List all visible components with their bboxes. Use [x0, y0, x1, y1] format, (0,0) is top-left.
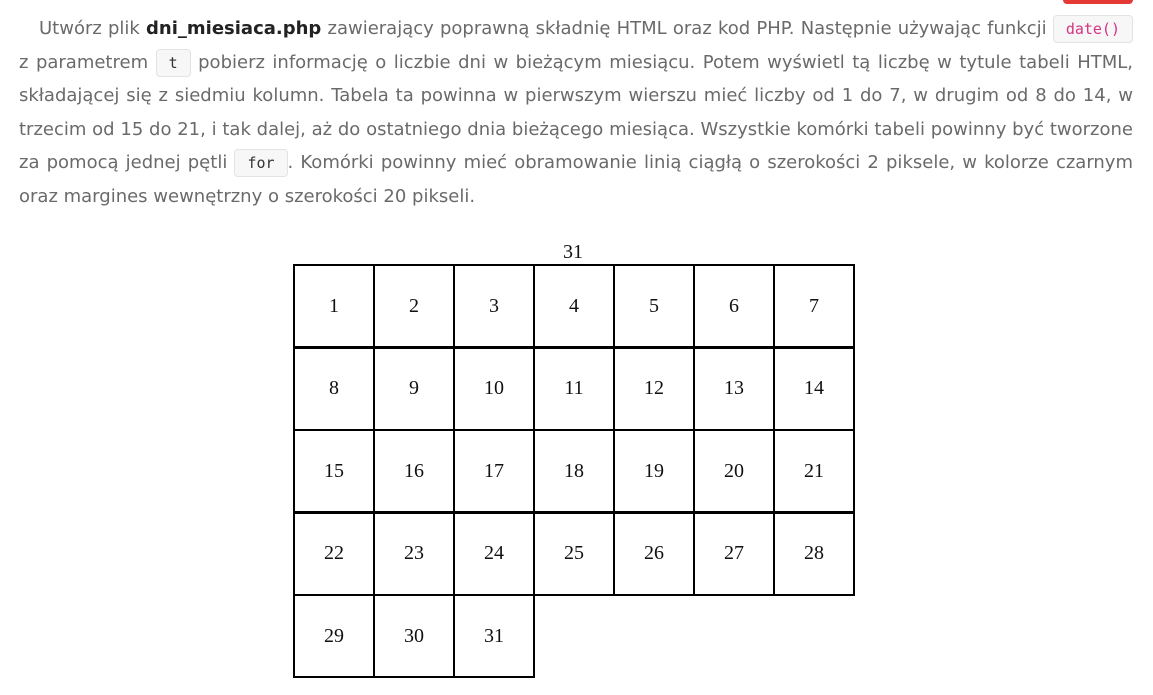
day-cell: 10: [453, 346, 535, 431]
day-cell: 20: [693, 429, 775, 513]
day-cell: 27: [693, 511, 775, 596]
day-cell: 4: [533, 264, 615, 348]
day-cell: 13: [693, 346, 775, 431]
day-cell: 7: [773, 264, 855, 348]
day-cell: 8: [293, 346, 375, 431]
task-description: Utwórz plik dni_miesiaca.php zawierający…: [19, 12, 1133, 213]
day-cell: 28: [773, 511, 855, 596]
day-cell: 18: [533, 429, 615, 513]
day-cell: 6: [693, 264, 775, 348]
day-cell: 11: [533, 346, 615, 431]
calendar-title: 31: [563, 241, 583, 263]
day-cell: 30: [373, 594, 455, 678]
day-cell: 31: [453, 594, 535, 678]
task-text-2: zawierający poprawną składnię HTML oraz …: [321, 18, 1053, 39]
day-cell: 29: [293, 594, 375, 678]
filename: dni_miesiaca.php: [146, 18, 322, 39]
day-cell: 5: [613, 264, 695, 348]
day-cell: 14: [773, 346, 855, 431]
day-cell: 9: [373, 346, 455, 431]
day-cell: 17: [453, 429, 535, 513]
task-text-3: z parametrem: [19, 51, 156, 73]
day-cell: 21: [773, 429, 855, 513]
day-cell: 1: [293, 264, 375, 348]
calendar-table: 31 1 2 3 4 5 6 7 8 9 10 11 12 13 14 15 16 17 18 19 20 21 22 23…: [293, 240, 855, 678]
day-cell: 3: [453, 264, 535, 348]
top-accent-bar: [1063, 0, 1133, 4]
day-cell: 16: [373, 429, 455, 513]
day-cell: 24: [453, 511, 535, 596]
day-cell: 25: [533, 511, 615, 596]
day-cell: 12: [613, 346, 695, 431]
task-text-1: Utwórz plik: [39, 18, 147, 39]
code-for-loop: for: [234, 149, 288, 177]
day-cell: 23: [373, 511, 455, 596]
code-date-function: date(): [1052, 15, 1133, 43]
code-t-parameter: t: [155, 48, 191, 77]
day-cell: 26: [613, 511, 695, 596]
day-cell: 2: [373, 264, 455, 348]
day-cell: 19: [613, 429, 695, 513]
day-cell: 15: [293, 429, 375, 513]
day-cell: 22: [293, 511, 375, 596]
calendar-grid: 1 2 3 4 5 6 7 8 9 10 11 12 13 14 15 16 17 18 19 20 21 22 23 24 2…: [293, 264, 855, 678]
